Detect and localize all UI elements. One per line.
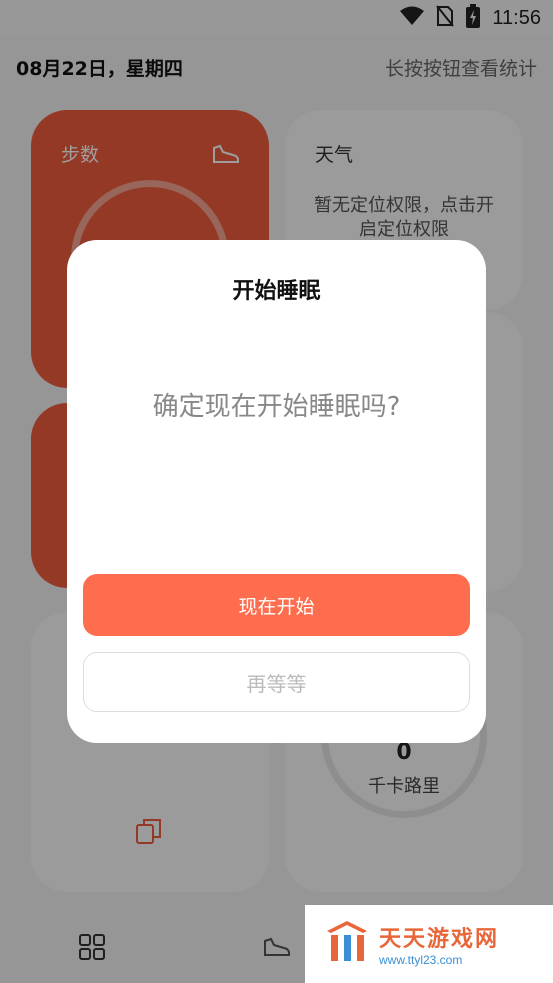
dialog-title: 开始睡眠 [232, 279, 321, 304]
start-now-button[interactable]: 现在开始 [83, 574, 470, 636]
watermark-banner: 天天游戏网 www.ttyl23.com [305, 905, 553, 983]
dialog-message: 确定现在开始睡眠吗? [152, 392, 401, 422]
watermark-brand: 天天游戏网 [379, 927, 500, 952]
watermark-logo [323, 919, 371, 969]
wait-button[interactable]: 再等等 [83, 652, 470, 712]
watermark-url: www.ttyl23.com [379, 953, 463, 967]
sleep-dialog: 开始睡眠 确定现在开始睡眠吗? 现在开始 再等等 [67, 240, 486, 743]
